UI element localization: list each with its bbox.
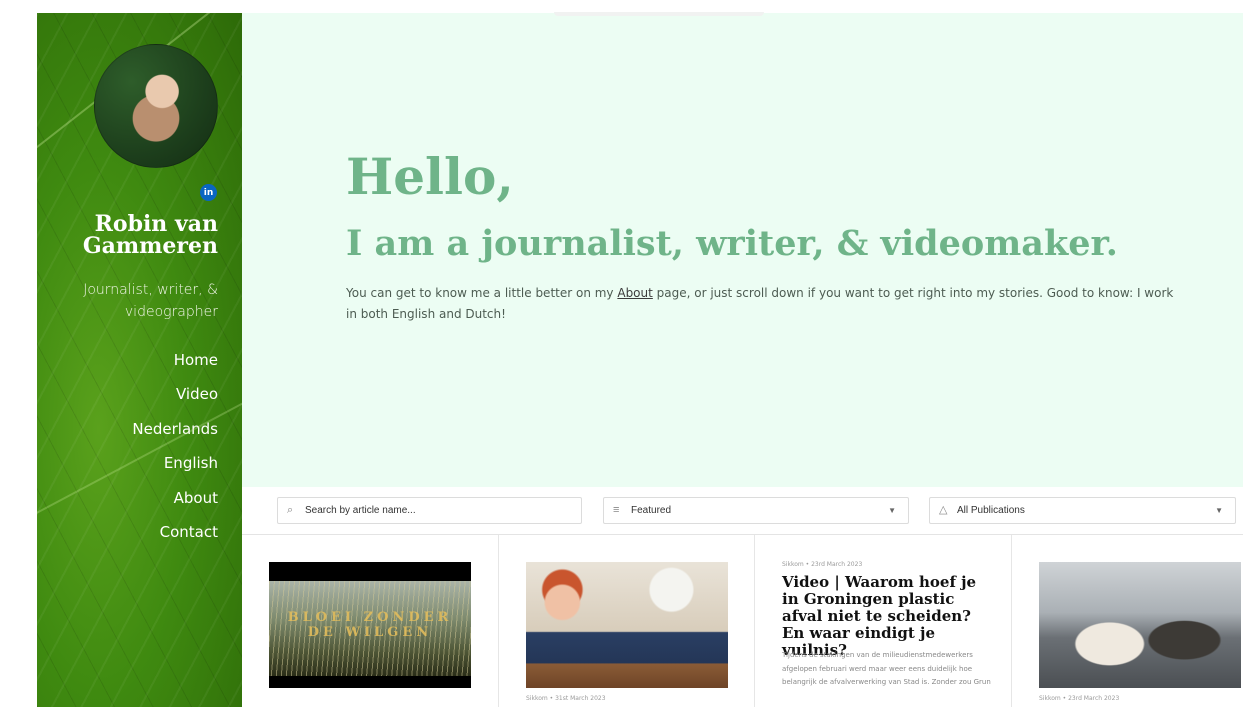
intro-text-start: You can get to know me a little better o…	[346, 286, 618, 300]
site-name[interactable]: Robin van Gammeren	[48, 213, 218, 257]
thumbnail-title-overlay: BLOEI ZONDER DE WILGEN	[287, 610, 453, 640]
article-meta: Sikkom • 23rd March 2023	[1039, 695, 1120, 702]
hero-subheading: I am a journalist, writer, & videomaker.	[346, 223, 1118, 264]
hero-intro: You can get to know me a little better o…	[346, 283, 1186, 325]
sort-lines-icon: ≡	[613, 504, 620, 516]
hero-section: Hello, I am a journalist, writer, & vide…	[242, 12, 1243, 487]
about-link[interactable]: About	[617, 286, 652, 300]
filter-bar: ⌕ ≡ Featured ▼ △ All Publications ▼	[242, 487, 1243, 535]
nav-item-home[interactable]: Home	[132, 343, 218, 377]
search-icon: ⌕	[287, 504, 294, 516]
article-thumbnail[interactable]	[1039, 562, 1241, 688]
article-thumbnail[interactable]: BLOEI ZONDER DE WILGEN	[269, 562, 471, 688]
linkedin-icon[interactable]: in	[200, 184, 217, 201]
article-thumbnail[interactable]	[526, 562, 728, 688]
article-card[interactable]: Sikkom • 31st March 2023	[499, 535, 755, 707]
nav-item-english[interactable]: English	[132, 446, 218, 480]
article-card[interactable]: BLOEI ZONDER DE WILGEN	[242, 535, 499, 707]
nav-item-nederlands[interactable]: Nederlands	[132, 412, 218, 446]
avatar	[94, 44, 218, 168]
sort-dropdown[interactable]: ≡ Featured ▼	[603, 497, 909, 524]
site-tagline: Journalist, writer, & videographer	[83, 282, 218, 320]
article-grid: BLOEI ZONDER DE WILGEN Sikkom • 31st Mar…	[242, 535, 1243, 707]
main-nav: Home Video Nederlands English About Cont…	[132, 343, 218, 549]
article-meta: Sikkom • 31st March 2023	[526, 695, 606, 702]
hero-greeting: Hello,	[346, 147, 514, 206]
search-input[interactable]	[305, 502, 565, 519]
publication-label: All Publications	[957, 505, 1025, 516]
chevron-down-icon: ▼	[888, 506, 896, 515]
shapes-icon: △	[939, 504, 948, 516]
nav-item-contact[interactable]: Contact	[132, 515, 218, 549]
nav-item-about[interactable]: About	[132, 481, 218, 515]
top-tab-handle	[554, 12, 764, 16]
sort-label: Featured	[631, 505, 672, 516]
article-excerpt: Tijdens de stakingen van de milieudienst…	[782, 651, 991, 686]
chevron-down-icon: ▼	[1215, 506, 1223, 515]
article-card[interactable]: Sikkom • 23rd March 2023	[1012, 535, 1243, 707]
nav-item-video[interactable]: Video	[132, 377, 218, 411]
search-field[interactable]: ⌕	[277, 497, 582, 524]
publication-dropdown[interactable]: △ All Publications ▼	[929, 497, 1236, 524]
article-meta: Sikkom • 23rd March 2023	[782, 561, 863, 568]
article-title[interactable]: Video | Waarom hoef je in Groningen plas…	[782, 574, 990, 659]
article-card[interactable]: Sikkom • 23rd March 2023 Video | Waarom …	[755, 535, 1012, 707]
sidebar: in Robin van Gammeren Journalist, writer…	[37, 13, 242, 707]
